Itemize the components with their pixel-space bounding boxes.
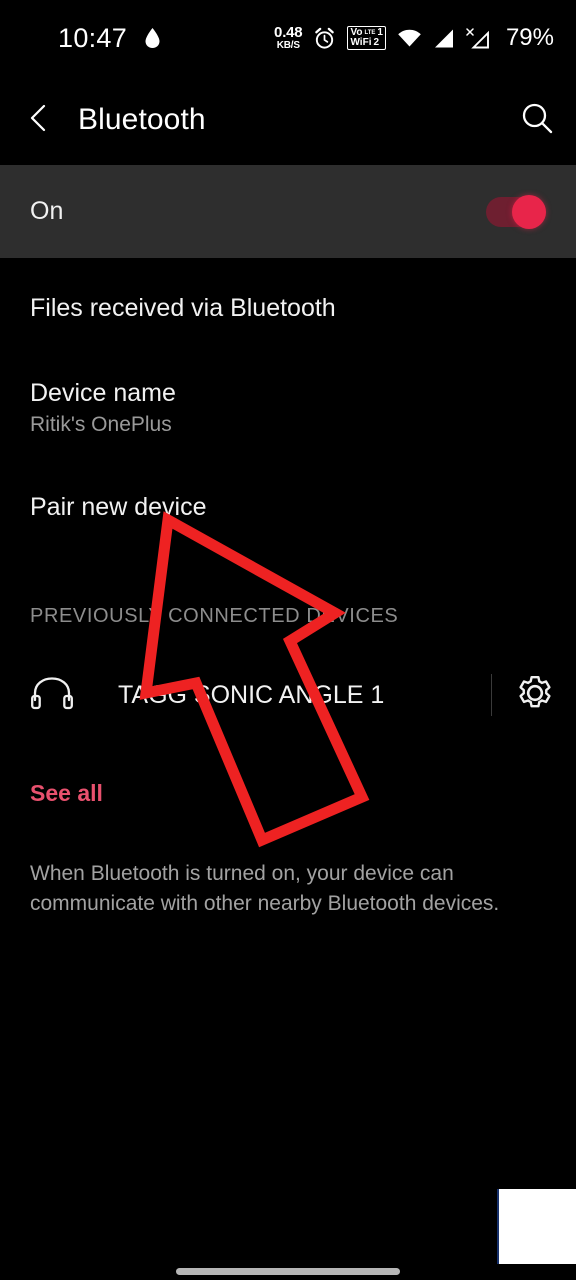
- table-row[interactable]: TAGG SONIC ANGLE 1: [0, 665, 576, 725]
- volte-sup: LTE: [364, 30, 376, 36]
- back-chevron-icon[interactable]: [26, 103, 52, 138]
- row-divider: [491, 674, 492, 716]
- bluetooth-description-text: When Bluetooth is turned on, your device…: [30, 862, 500, 916]
- see-all-link[interactable]: See all: [0, 725, 133, 807]
- page-title: Bluetooth: [78, 103, 206, 136]
- gear-icon[interactable]: [516, 674, 554, 717]
- toggle-thumb: [512, 194, 546, 229]
- status-bar-left: 10:47: [58, 23, 161, 54]
- phone-screen: 10:47 0.48 KB/S Vo LTE 1 WiFi 2 79% Blue…: [0, 0, 576, 1280]
- vowifi-label: WiFi: [350, 37, 372, 48]
- app-bar: Bluetooth: [0, 82, 576, 158]
- cellular-signal-off-icon: [466, 27, 492, 49]
- status-bar: 10:47 0.48 KB/S Vo LTE 1 WiFi 2 79%: [0, 0, 576, 76]
- battery-percentage: 79%: [505, 24, 554, 51]
- device-name-label: Device name: [30, 379, 176, 407]
- device-label: TAGG SONIC ANGLE 1: [118, 680, 385, 709]
- section-header-previously-connected: PREVIOUSLY CONNECTED DEVICES: [30, 605, 399, 627]
- water-drop-icon: [144, 27, 161, 49]
- network-speed-value: 0.48: [274, 24, 303, 41]
- white-overlay-box: [497, 1189, 576, 1264]
- network-speed-unit: KB/S: [276, 40, 300, 51]
- bluetooth-toggle-switch[interactable]: [486, 194, 546, 229]
- alarm-clock-icon: [313, 27, 336, 50]
- status-bar-clock: 10:47: [58, 22, 128, 53]
- network-speed-indicator: 0.48 KB/S: [274, 24, 303, 51]
- status-bar-right: 0.48 KB/S Vo LTE 1 WiFi 2 79%: [274, 24, 554, 52]
- headphones-icon: [30, 676, 74, 715]
- wifi-icon: [397, 28, 422, 48]
- cellular-signal-icon: [433, 28, 455, 49]
- bluetooth-toggle-label: On: [30, 197, 64, 225]
- device-name-value: Ritik's OnePlus: [30, 413, 172, 436]
- list-item-pair-new-device[interactable]: Pair new device: [0, 437, 576, 522]
- settings-list: Files received via Bluetooth Device name…: [0, 258, 576, 920]
- vowifi-sim-number: 2: [373, 37, 380, 48]
- home-gesture-pill[interactable]: [176, 1268, 400, 1275]
- volte-vowifi-indicator: Vo LTE 1 WiFi 2: [347, 26, 386, 50]
- list-item-device-name[interactable]: Device name Ritik's OnePlus: [0, 323, 576, 437]
- bluetooth-toggle-row[interactable]: On: [0, 165, 576, 258]
- files-received-label: Files received via Bluetooth: [30, 294, 336, 322]
- pair-new-device-label: Pair new device: [30, 493, 207, 521]
- search-icon[interactable]: [520, 101, 554, 140]
- list-item-files-received[interactable]: Files received via Bluetooth: [0, 258, 576, 323]
